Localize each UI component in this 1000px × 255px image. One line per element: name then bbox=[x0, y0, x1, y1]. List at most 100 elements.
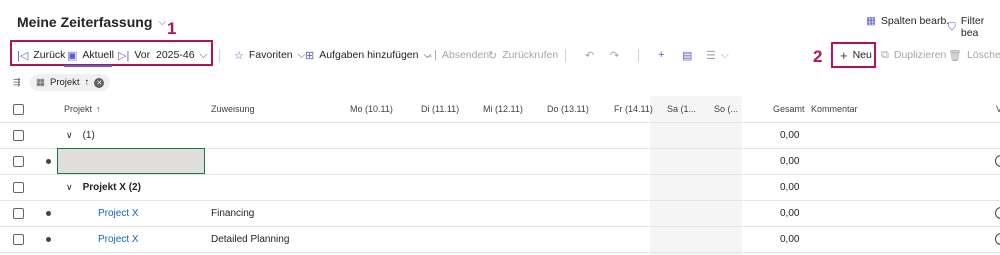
select-all-checkbox[interactable] bbox=[13, 96, 24, 122]
chevron-down-icon: ⌵ bbox=[199, 48, 208, 61]
column-header-do[interactable]: Do (13.11) bbox=[547, 96, 589, 122]
filter-icon: ⛉ bbox=[948, 20, 956, 33]
group-header[interactable]: ∨ Projekt X (2) bbox=[66, 174, 141, 200]
current-underline bbox=[64, 65, 112, 67]
filter-button[interactable]: ⛉ Filter bea bbox=[948, 15, 1000, 39]
total-value: 0,00 bbox=[780, 181, 800, 193]
column-label: Mo (10.11) bbox=[350, 104, 393, 114]
send-button[interactable]: →| Absenden bbox=[423, 40, 489, 70]
table-row-group[interactable]: ∨ (1) 0,00 bbox=[0, 122, 1000, 149]
column-header-di[interactable]: Di (11.11) bbox=[421, 96, 459, 122]
back-button[interactable]: |◁ Zurück bbox=[17, 40, 65, 70]
new-label: Neu bbox=[852, 49, 872, 61]
next-button[interactable]: ▷| Vor bbox=[118, 40, 150, 70]
row-checkbox[interactable] bbox=[13, 122, 24, 148]
add-tasks-button[interactable]: ⊞ Aufgaben hinzufügen ⌵ bbox=[305, 40, 431, 70]
divider bbox=[565, 49, 566, 62]
sparkle-add-icon: + bbox=[658, 49, 665, 61]
column-label: So (... bbox=[714, 104, 739, 114]
column-label: V bbox=[996, 104, 1000, 114]
next-icon: ▷| bbox=[118, 49, 130, 62]
assignment-value: Detailed Planning bbox=[211, 233, 290, 245]
new-button[interactable]: + Neu bbox=[840, 40, 872, 70]
column-header-total[interactable]: Gesamt bbox=[773, 96, 805, 122]
table-icon: ▤ bbox=[682, 49, 693, 62]
chevron-down-icon[interactable]: ∨ bbox=[66, 130, 73, 141]
group-chip-project[interactable]: ▦ Projekt ↑ ✕ bbox=[30, 74, 111, 91]
row-status-icon bbox=[995, 148, 1000, 174]
filter-label: Filter bea bbox=[960, 15, 985, 39]
table-row[interactable]: Project X Detailed Planning 0,00 bbox=[0, 226, 1000, 253]
row-checkbox[interactable] bbox=[13, 174, 24, 200]
column-label: Mi (12.11) bbox=[483, 104, 523, 114]
week-value: 2025-46 bbox=[156, 49, 195, 61]
undo-button[interactable]: ↶ bbox=[585, 40, 594, 70]
column-header-fr[interactable]: Fr (14.11) bbox=[614, 96, 653, 122]
assignment-value: Financing bbox=[211, 207, 255, 219]
table-row-group[interactable]: ∨ Projekt X (2) 0,00 bbox=[0, 174, 1000, 201]
column-header-project[interactable]: Projekt ↑ bbox=[64, 96, 101, 122]
row-status-icon bbox=[995, 226, 1000, 252]
chevron-down-icon[interactable]: ⌵ bbox=[158, 17, 166, 28]
recall-label: Zurückrufen bbox=[502, 49, 559, 61]
trash-icon: 🗑 bbox=[948, 49, 962, 62]
duplicate-button[interactable]: ⧉ Duplizieren bbox=[881, 40, 946, 70]
group-header[interactable]: ∨ (1) bbox=[66, 122, 95, 148]
total-value: 0,00 bbox=[780, 129, 800, 141]
chevron-down-icon: ⌵ bbox=[720, 48, 729, 61]
project-input-cell[interactable] bbox=[57, 148, 205, 174]
total-cell: 0,00 bbox=[780, 148, 799, 174]
column-header-sa[interactable]: Sa (1... bbox=[667, 96, 696, 122]
chevron-down-icon[interactable]: ∨ bbox=[66, 182, 73, 193]
column-label: Gesamt bbox=[773, 104, 805, 114]
group-label: (1) bbox=[82, 129, 95, 141]
total-value: 0,00 bbox=[780, 155, 800, 167]
delete-button[interactable]: 🗑 Löschen bbox=[948, 40, 1000, 70]
column-header-extra[interactable]: V bbox=[996, 96, 1000, 122]
star-icon: ☆ bbox=[234, 49, 244, 62]
row-checkbox[interactable] bbox=[13, 226, 24, 252]
undo-icon: ↶ bbox=[585, 49, 595, 62]
back-icon: |◁ bbox=[17, 49, 29, 62]
send-label: Absenden bbox=[441, 49, 490, 61]
row-checkbox[interactable] bbox=[13, 148, 24, 174]
add-row-button[interactable]: + bbox=[658, 40, 664, 70]
briefcase-icon: ⊞ bbox=[305, 49, 315, 62]
column-header-comment[interactable]: Kommentar bbox=[811, 96, 858, 122]
column-label: Di (11.11) bbox=[421, 104, 460, 114]
row-status-icon bbox=[995, 200, 1000, 226]
column-header-assignment[interactable]: Zuweisung bbox=[211, 96, 255, 122]
copy-icon: ⧉ bbox=[881, 48, 889, 61]
column-label: Fr (14.11) bbox=[614, 104, 653, 114]
duplicate-label: Duplizieren bbox=[893, 49, 947, 61]
command-bar: |◁ Zurück ▣ Aktuell ▷| Vor 2025-46 ⌵ ☆ F… bbox=[0, 40, 1000, 70]
group-by-icon: ⇶ bbox=[13, 77, 21, 87]
list-icon: ☰ bbox=[706, 49, 716, 62]
grid-icon: ▦ bbox=[36, 77, 45, 88]
favorites-button[interactable]: ☆ Favoriten ⌵ bbox=[234, 40, 306, 70]
row-status-dot bbox=[46, 148, 51, 174]
edit-columns-button[interactable]: ▦ Spalten bearb. bbox=[866, 15, 949, 27]
project-link[interactable]: Project X bbox=[98, 200, 139, 226]
total-value: 0,00 bbox=[780, 233, 800, 245]
week-selector[interactable]: 2025-46 ⌵ bbox=[156, 40, 208, 70]
close-icon[interactable]: ✕ bbox=[94, 77, 105, 88]
list-options-button[interactable]: ☰ ⌵ bbox=[706, 40, 729, 70]
table-view-button[interactable]: ▤ bbox=[682, 40, 692, 70]
back-label: Zurück bbox=[33, 49, 66, 61]
recall-button[interactable]: ↻ Zurückrufen bbox=[488, 40, 558, 70]
send-icon: →| bbox=[423, 49, 437, 61]
column-header-so[interactable]: So (... bbox=[714, 96, 738, 122]
row-checkbox[interactable] bbox=[13, 200, 24, 226]
divider bbox=[219, 49, 220, 62]
table-row[interactable]: Project X Financing 0,00 bbox=[0, 200, 1000, 227]
page-title-text: Meine Zeiterfassung bbox=[17, 14, 153, 30]
redo-button[interactable]: ↷ bbox=[610, 40, 619, 70]
page-title[interactable]: Meine Zeiterfassung ⌵ bbox=[17, 14, 166, 30]
column-header-mo[interactable]: Mo (10.11) bbox=[350, 96, 393, 122]
calendar-icon: ▣ bbox=[67, 49, 78, 62]
table-row-new[interactable]: 0,00 bbox=[0, 148, 1000, 175]
project-link[interactable]: Project X bbox=[98, 226, 139, 252]
project-link-text: Project X bbox=[98, 233, 139, 245]
column-header-mi[interactable]: Mi (12.11) bbox=[483, 96, 523, 122]
